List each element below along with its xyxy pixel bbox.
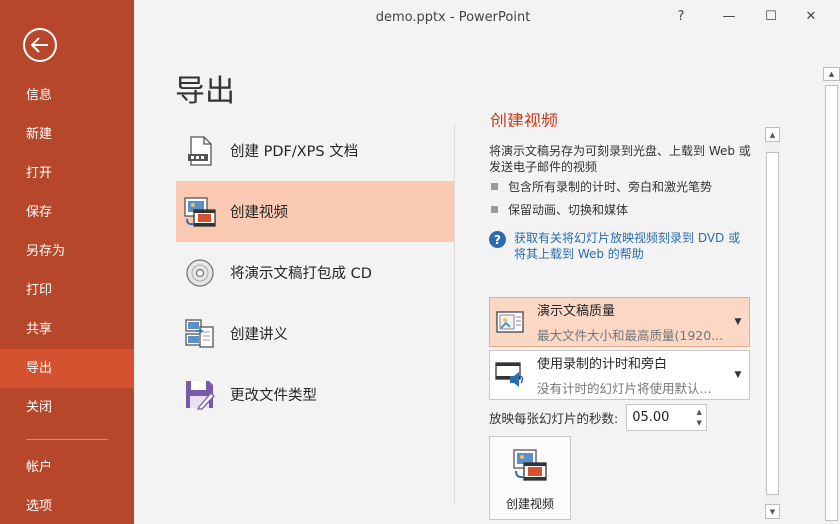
scroll-down-icon[interactable]: ▼ — [765, 504, 780, 519]
pane-divider — [454, 124, 455, 504]
monitor-icon — [495, 307, 525, 337]
back-arrow-icon — [31, 37, 48, 53]
scroll-thumb[interactable] — [766, 152, 779, 495]
sidebar-item-close[interactable]: 关闭 — [0, 388, 134, 427]
help-button[interactable]: ? — [669, 6, 693, 26]
feature-bullet: 包含所有录制的计时、旁白和激光笔势 — [491, 178, 712, 195]
scroll-track[interactable] — [823, 81, 840, 524]
spin-up-icon[interactable]: ▲ — [697, 407, 702, 418]
create-video-button[interactable]: 创建视频 — [489, 436, 571, 520]
handout-icon — [184, 318, 216, 350]
seconds-spinner[interactable]: 05.00 ▲ ▼ — [626, 404, 708, 431]
export-options: 创建 PDF/XPS 文档 创建视频 将演示文稿打包成 CD 创建讲义 更改文件… — [176, 120, 454, 425]
presentation-quality-dropdown[interactable]: 演示文稿质量 最大文件大小和最高质量(1920... ▼ — [489, 297, 750, 347]
dropdown-subtitle: 没有计时的幻灯片将使用默认... — [537, 381, 712, 396]
sidebar-item-export[interactable]: 导出 — [0, 349, 134, 388]
option-create-handouts[interactable]: 创建讲义 — [176, 303, 454, 364]
option-label: 将演示文稿打包成 CD — [230, 266, 372, 282]
dropdown-subtitle: 最大文件大小和最高质量(1920... — [537, 328, 724, 343]
option-label: 创建 PDF/XPS 文档 — [230, 144, 359, 160]
sidebar-nav: 信息 新建 打开 保存 另存为 打印 共享 导出 关闭 帐户 选项 — [0, 76, 134, 524]
chevron-down-icon: ▼ — [734, 370, 742, 380]
sidebar-item-print[interactable]: 打印 — [0, 271, 134, 310]
dropdown-text: 使用录制的计时和旁白 没有计时的幻灯片将使用默认... — [537, 353, 730, 397]
bullet-icon — [491, 206, 498, 213]
page-scrollbar[interactable]: ▲ — [823, 67, 840, 524]
detail-scrollbar[interactable]: ▲ ▼ — [765, 127, 780, 521]
scroll-up-icon[interactable]: ▲ — [823, 67, 840, 81]
chevron-down-icon: ▼ — [734, 317, 742, 327]
option-create-video[interactable]: 创建视频 — [176, 181, 454, 242]
scroll-up-icon[interactable]: ▲ — [765, 127, 780, 142]
help-link[interactable]: 获取有关将幻灯片放映视频刻录到 DVD 或将其上载到 Web 的帮助 — [514, 230, 751, 262]
seconds-per-slide-row: 放映每张幻灯片的秒数: 05.00 ▲ ▼ — [489, 404, 708, 431]
sidebar-item-save-as[interactable]: 另存为 — [0, 232, 134, 271]
sidebar-item-options[interactable]: 选项 — [0, 487, 134, 524]
bullet-text: 包含所有录制的计时、旁白和激光笔势 — [508, 180, 713, 194]
sidebar-item-info[interactable]: 信息 — [0, 76, 134, 115]
sidebar-item-share[interactable]: 共享 — [0, 310, 134, 349]
title-bar: demo.pptx - PowerPoint ? — ☐ ✕ — [134, 0, 840, 34]
page-title: 导出 — [175, 74, 235, 109]
close-button[interactable]: ✕ — [799, 6, 823, 26]
help-row: ? 获取有关将幻灯片放映视频刻录到 DVD 或将其上载到 Web 的帮助 — [489, 230, 751, 262]
option-label: 创建讲义 — [230, 327, 288, 343]
seconds-label: 放映每张幻灯片的秒数: — [489, 411, 619, 426]
feature-bullet: 保留动画、切换和媒体 — [491, 201, 628, 218]
scroll-track[interactable] — [765, 142, 780, 504]
dropdown-title: 演示文稿质量 — [537, 304, 616, 319]
option-label: 创建视频 — [230, 205, 288, 221]
seconds-input[interactable]: 05.00 — [627, 410, 692, 425]
save-disk-icon — [184, 379, 216, 411]
dropdown-title: 使用录制的计时和旁白 — [537, 357, 668, 372]
scroll-thumb[interactable] — [825, 85, 838, 521]
sidebar-item-open[interactable]: 打开 — [0, 154, 134, 193]
detail-description: 将演示文稿另存为可刻录到光盘、上载到 Web 或发送电子邮件的视频 — [489, 144, 751, 174]
bullet-icon — [491, 183, 498, 190]
cd-icon — [184, 257, 216, 289]
option-label: 更改文件类型 — [230, 388, 317, 404]
sidebar-item-new[interactable]: 新建 — [0, 115, 134, 154]
pdf-document-icon — [184, 135, 216, 167]
video-icon — [184, 196, 216, 228]
dropdown-text: 演示文稿质量 最大文件大小和最高质量(1920... — [537, 300, 730, 344]
create-video-label: 创建视频 — [505, 497, 554, 511]
back-button[interactable] — [23, 28, 57, 62]
detail-heading: 创建视频 — [490, 112, 558, 127]
video-icon — [513, 449, 547, 481]
option-package-cd[interactable]: 将演示文稿打包成 CD — [176, 242, 454, 303]
sidebar-item-account[interactable]: 帐户 — [0, 448, 134, 487]
option-create-pdf[interactable]: 创建 PDF/XPS 文档 — [176, 120, 454, 181]
maximize-button[interactable]: ☐ — [759, 6, 783, 26]
spin-down-icon[interactable]: ▼ — [697, 418, 702, 429]
backstage-sidebar: 信息 新建 打开 保存 另存为 打印 共享 导出 关闭 帐户 选项 — [0, 0, 134, 524]
timing-narration-dropdown[interactable]: 使用录制的计时和旁白 没有计时的幻灯片将使用默认... ▼ — [489, 350, 750, 400]
sidebar-divider — [26, 439, 108, 440]
bullet-text: 保留动画、切换和媒体 — [508, 203, 629, 217]
spinner-buttons: ▲ ▼ — [692, 407, 706, 429]
help-circle-icon: ? — [489, 231, 506, 248]
sidebar-item-save[interactable]: 保存 — [0, 193, 134, 232]
option-change-file-type[interactable]: 更改文件类型 — [176, 364, 454, 425]
film-audio-icon — [495, 360, 525, 390]
minimize-button[interactable]: — — [717, 6, 741, 26]
